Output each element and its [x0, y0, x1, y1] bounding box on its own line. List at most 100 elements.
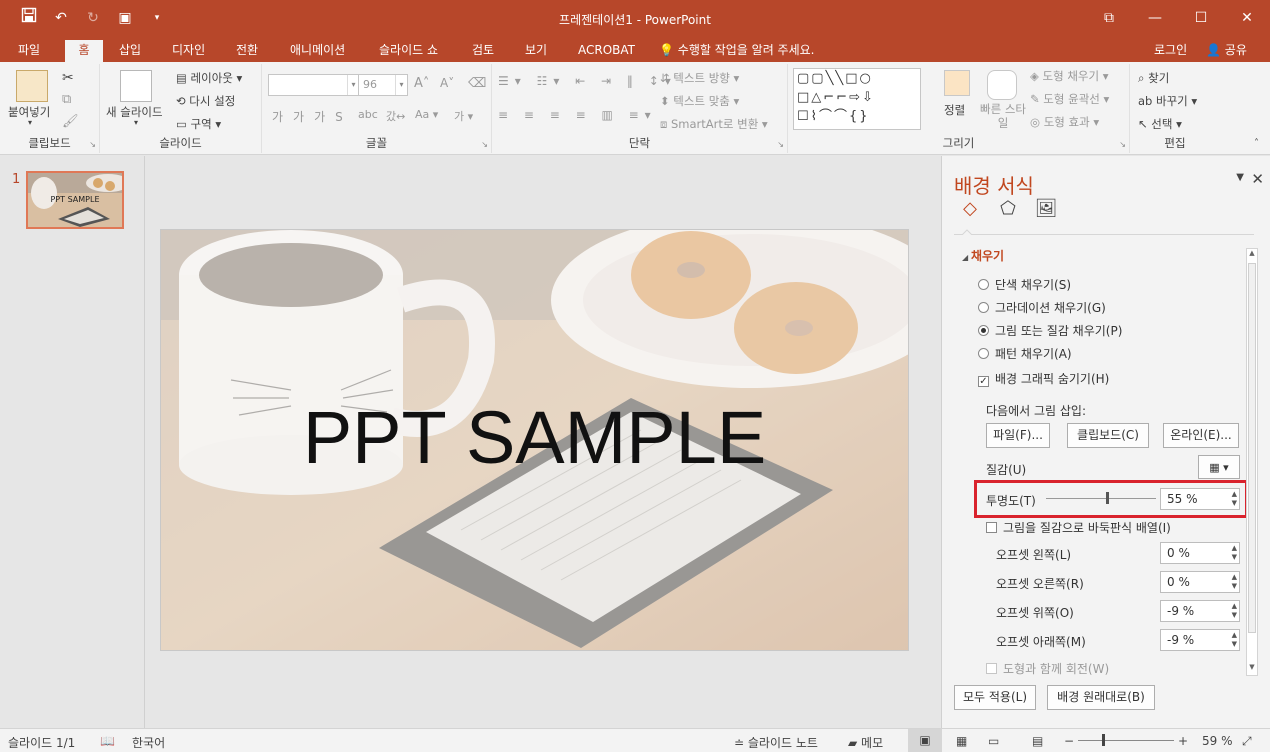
spinner-arrows-icon[interactable]: ▲ ▼ [1232, 602, 1237, 620]
slide-sorter-icon[interactable]: ▦ [956, 734, 967, 748]
share-button[interactable]: 👤 공유 [1206, 40, 1247, 60]
shape-effects-button[interactable]: ◎ 도형 효과 ▾ [1030, 114, 1099, 130]
new-slide-icon[interactable] [120, 70, 152, 102]
format-painter-icon[interactable]: 🖌 [62, 114, 79, 129]
slide-canvas[interactable]: PPT SAMPLE [160, 229, 909, 651]
tab-file[interactable]: 파일 [10, 40, 48, 62]
strikethrough-icon[interactable]: abc [358, 108, 378, 121]
align-text-button[interactable]: ⬍ 텍스트 맞춤 ▾ [660, 93, 739, 109]
collapse-ribbon-icon[interactable]: ˄ [1254, 138, 1259, 149]
paste-dropdown-icon[interactable]: ▾ [28, 118, 32, 127]
section-button[interactable]: ▭ 구역 ▾ [176, 116, 221, 132]
close-icon[interactable]: ✕ [1224, 0, 1270, 36]
tab-transitions[interactable]: 전환 [228, 40, 266, 62]
notes-button[interactable]: ≐ 슬라이드 노트 [734, 734, 818, 751]
tab-home[interactable]: 홈 [65, 40, 103, 62]
offset-top-spinner[interactable]: -9 % ▲ ▼ [1160, 600, 1240, 622]
list-icons[interactable]: ☰▾ ☷▾ ⇤ ⇥ ‖ ↕▾ [498, 74, 677, 88]
reading-view-icon[interactable]: ▭ [988, 734, 999, 748]
grow-font-icon[interactable]: A˄ [414, 76, 429, 91]
font-size-combo[interactable]: 96 ▾ [358, 74, 408, 96]
fit-slide-icon[interactable]: ⤢ [1242, 734, 1252, 749]
spinner-arrows-icon[interactable]: ▲ ▼ [1232, 490, 1237, 508]
zoom-level[interactable]: 59 % [1202, 734, 1233, 748]
login-link[interactable]: 로그인 [1154, 40, 1187, 60]
transparency-slider[interactable] [1046, 498, 1156, 499]
arrange-icon[interactable] [944, 70, 970, 96]
radio-pattern-fill[interactable]: 패턴 채우기(A) [978, 345, 1072, 362]
zoom-slider-thumb[interactable] [1102, 734, 1105, 746]
replace-button[interactable]: ab 바꾸기 ▾ [1138, 93, 1197, 109]
ribbon-display-icon[interactable]: ⧉ [1086, 0, 1132, 36]
tab-insert[interactable]: 삽입 [111, 40, 149, 62]
new-slide-dropdown-icon[interactable]: ▾ [134, 118, 138, 127]
insert-online-button[interactable]: 온라인(E)... [1163, 423, 1239, 448]
scroll-down-icon[interactable]: ▼ [1247, 663, 1257, 675]
dialog-launcher-icon[interactable]: ↘ [777, 140, 784, 149]
dialog-launcher-icon[interactable]: ↘ [481, 140, 488, 149]
quick-styles-icon[interactable] [987, 70, 1017, 100]
spelling-icon[interactable]: 📖 [100, 734, 115, 748]
zoom-slider[interactable] [1078, 740, 1174, 741]
tab-review[interactable]: 검토 [464, 40, 502, 62]
minimize-icon[interactable]: — [1132, 0, 1178, 36]
apply-to-all-button[interactable]: 모두 적용(L) [954, 685, 1036, 710]
offset-left-spinner[interactable]: 0 % ▲ ▼ [1160, 542, 1240, 564]
smartart-button[interactable]: ⧈ SmartArt로 변환 ▾ [660, 116, 768, 132]
font-color-icon[interactable]: 가 ▾ [454, 108, 473, 124]
spinner-arrows-icon[interactable]: ▲ ▼ [1232, 631, 1237, 649]
tab-design[interactable]: 디자인 [164, 40, 213, 62]
zoom-out-icon[interactable]: − [1064, 734, 1074, 748]
zoom-in-icon[interactable]: + [1178, 734, 1188, 748]
scrollbar-thumb[interactable] [1248, 263, 1256, 633]
cut-icon[interactable]: ✂ [62, 70, 74, 86]
pane-options-icon[interactable]: ▼ [1236, 172, 1244, 183]
tab-slideshow[interactable]: 슬라이드 쇼 [371, 40, 446, 62]
rotate-with-shape-checkbox[interactable]: 도형과 함께 회전(W) [986, 660, 1109, 677]
dialog-launcher-icon[interactable]: ↘ [89, 140, 96, 149]
normal-view-icon[interactable]: ▣ [908, 729, 942, 752]
arrange-button[interactable]: 정렬 [944, 102, 965, 118]
spinner-arrows-icon[interactable]: ▲ ▼ [1232, 573, 1237, 591]
fill-section-header[interactable]: ◢ 채우기 [962, 247, 1004, 264]
maximize-icon[interactable]: ☐ [1178, 0, 1224, 36]
radio-gradient-fill[interactable]: 그라데이션 채우기(G) [978, 299, 1106, 316]
hide-background-graphics-checkbox[interactable]: ✓ 배경 그래픽 숨기기(H) [978, 370, 1109, 387]
font-name-combo[interactable]: ▾ [268, 74, 360, 96]
radio-solid-fill[interactable]: 단색 채우기(S) [978, 276, 1071, 293]
shape-outline-button[interactable]: ✎ 도형 윤곽선 ▾ [1030, 91, 1109, 107]
slide-title[interactable]: PPT SAMPLE [161, 395, 908, 480]
insert-file-button[interactable]: 파일(F)... [986, 423, 1050, 448]
comments-button[interactable]: ▰ 메모 [848, 734, 883, 751]
spinner-arrows-icon[interactable]: ▲ ▼ [1232, 544, 1237, 562]
transparency-spinner[interactable]: 55 % ▲ ▼ [1160, 488, 1240, 510]
paste-icon[interactable] [16, 70, 48, 102]
insert-clipboard-button[interactable]: 클립보드(C) [1067, 423, 1149, 448]
language-indicator[interactable]: 한국어 [132, 734, 165, 751]
copy-icon[interactable]: ⧉ [62, 92, 71, 107]
tab-acrobat[interactable]: ACROBAT [570, 40, 643, 62]
char-spacing-icon[interactable]: 갔↔ [386, 108, 405, 124]
slide-thumbnail[interactable]: PPT SAMPLE [26, 171, 124, 229]
offset-bottom-spinner[interactable]: -9 % ▲ ▼ [1160, 629, 1240, 651]
picture-icon[interactable]: 🖼 [1034, 198, 1058, 222]
tab-animations[interactable]: 애니메이션 [282, 40, 353, 62]
close-icon[interactable]: ✕ [1251, 170, 1264, 188]
fill-icon[interactable]: ◇ [958, 198, 982, 222]
transparency-slider-thumb[interactable] [1105, 492, 1109, 504]
shape-fill-button[interactable]: ◈ 도형 채우기 ▾ [1030, 68, 1109, 84]
offset-right-spinner[interactable]: 0 % ▲ ▼ [1160, 571, 1240, 593]
reset-button[interactable]: ⟲ 다시 설정 [176, 93, 235, 109]
tell-me-box[interactable]: 💡 수행할 작업을 알려 주세요. [651, 40, 822, 62]
quick-styles-button[interactable]: 빠른 스타일 [978, 102, 1028, 130]
pane-scrollbar[interactable]: ▲ ▼ [1246, 248, 1258, 676]
effects-pentagon-icon[interactable]: ⬠ [996, 198, 1020, 222]
font-style-icons[interactable]: 가가가S [272, 108, 353, 125]
align-icons[interactable]: ≡ ≡ ≡ ≡ ▥ ≡▾ [498, 108, 657, 122]
find-button[interactable]: ⌕ 찾기 [1138, 70, 1169, 86]
select-button[interactable]: ↖ 선택 ▾ [1138, 116, 1182, 132]
shapes-gallery[interactable]: ▢▢╲╲□○ □△⌐⌐⇨⇩ ☐⌇⌒⌒{} [793, 68, 921, 130]
layout-button[interactable]: ▤ 레이아웃 ▾ [176, 70, 242, 86]
shrink-font-icon[interactable]: A˅ [440, 76, 454, 90]
scroll-up-icon[interactable]: ▲ [1247, 249, 1257, 261]
